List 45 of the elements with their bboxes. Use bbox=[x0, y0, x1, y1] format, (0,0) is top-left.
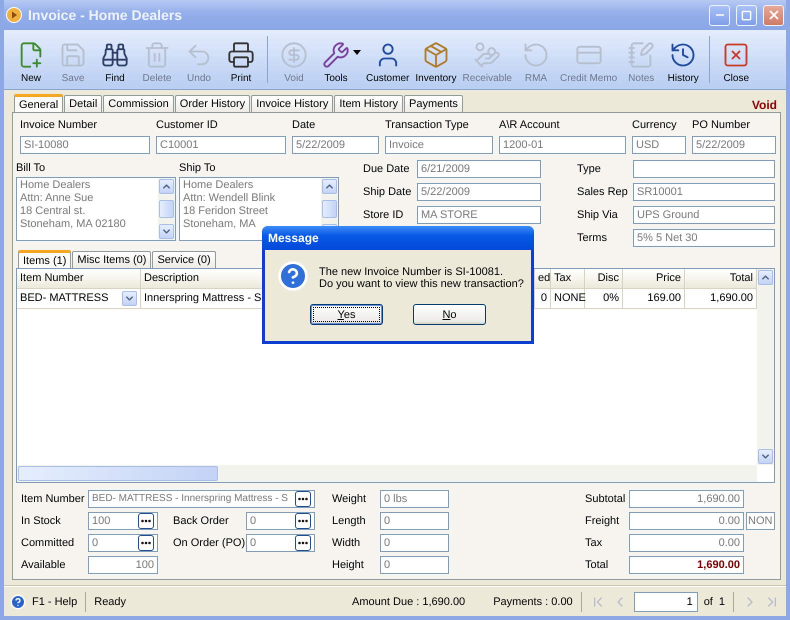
field-label: Bill To bbox=[16, 161, 46, 176]
field-label: Invoice Number bbox=[20, 118, 98, 133]
field-label: Ship Date bbox=[363, 185, 412, 200]
table-cell: 0% bbox=[585, 289, 623, 309]
field-label: Customer ID bbox=[156, 118, 219, 133]
table-cell: 0 bbox=[535, 289, 551, 309]
amount-due: Amount Due : 1,690.00 bbox=[352, 596, 466, 608]
field-label: Available bbox=[21, 558, 66, 573]
field-label: Subtotal bbox=[585, 492, 626, 507]
table-cell: 169.00 bbox=[623, 289, 685, 309]
field-label: Sales Rep bbox=[577, 185, 629, 200]
field-label: Committed bbox=[21, 536, 76, 551]
dialog-title: Message bbox=[262, 226, 534, 250]
field-label: Width bbox=[332, 536, 362, 551]
field-label: PO Number bbox=[692, 118, 752, 133]
field-label: On Order (PO) bbox=[173, 536, 246, 551]
field-label: Type bbox=[577, 162, 602, 177]
page-of: of bbox=[704, 596, 713, 608]
address-text: Home Dealers Attn: Anne Sue 18 Central st. Stoneham, MA 02180 bbox=[19, 178, 127, 232]
field-label: Back Order bbox=[173, 514, 230, 529]
field-label: Item Number bbox=[21, 492, 86, 507]
field-label: Weight bbox=[332, 492, 368, 507]
field-label: Date bbox=[292, 118, 316, 133]
payments-total: Payments : 0.00 bbox=[493, 596, 573, 608]
message-text: The new Invoice Number is SI-10081. bbox=[319, 266, 504, 278]
field-label: Store ID bbox=[363, 208, 404, 223]
field-label: Ship To bbox=[179, 161, 216, 176]
message-text: Do you want to view this new transaction? bbox=[319, 278, 524, 290]
field-label: In Stock bbox=[21, 514, 62, 529]
page-count: 1 bbox=[718, 596, 725, 608]
field-label: Currency bbox=[632, 118, 678, 133]
field-label: Due Date bbox=[363, 162, 410, 177]
field-label: Tax bbox=[585, 536, 604, 551]
field-label: Transaction Type bbox=[385, 118, 470, 133]
status-text: Ready bbox=[94, 596, 126, 608]
field-label: Terms bbox=[577, 231, 608, 246]
field-label: Ship Via bbox=[577, 208, 619, 223]
field-label: Freight bbox=[585, 514, 620, 529]
field-label: Height bbox=[332, 558, 365, 573]
field-label: Total bbox=[585, 558, 610, 573]
table-cell: NONE bbox=[551, 289, 585, 309]
status-label: Void bbox=[752, 98, 777, 112]
field-label: A\R Account bbox=[499, 118, 561, 133]
window-title: Invoice - Home Dealers bbox=[28, 7, 184, 23]
field-label: Length bbox=[332, 514, 367, 529]
